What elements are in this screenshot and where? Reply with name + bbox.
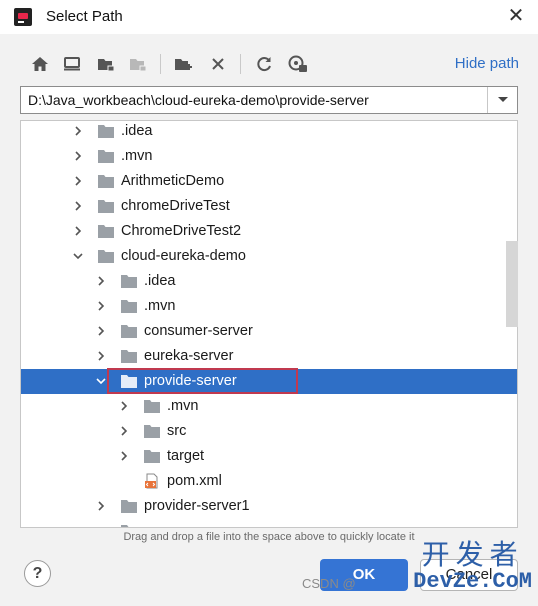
path-input[interactable] [21,87,487,113]
module-folder-icon[interactable] [126,52,150,76]
tree-row-label: pom.xml [167,473,222,489]
tree-row-label: eureka-server [144,348,234,364]
home-icon[interactable] [28,52,52,76]
tree-row-label: ArithmeticDemo [121,173,225,189]
folder-icon [121,325,137,338]
tree-row-label: ChromeDriveTest2 [121,223,242,239]
tree-row[interactable]: eureka-server [21,344,517,369]
tree-row[interactable]: .mvn [21,144,517,169]
project-folder-icon[interactable] [94,52,118,76]
tree-row-label: provide-server [144,373,237,389]
chevron-right-icon[interactable] [118,425,130,437]
toolbar-separator [240,54,241,74]
tree-row-label: .idea [144,273,176,289]
chevron-right-icon[interactable] [95,350,107,362]
path-dropdown-button[interactable] [487,87,517,113]
new-folder-icon[interactable] [172,52,196,76]
tree-row[interactable]: chromeDriveTest [21,194,517,219]
toolbar [22,52,322,76]
folder-icon [121,300,137,313]
desktop-icon[interactable] [60,52,84,76]
folder-icon [121,275,137,288]
tree-row[interactable] [21,519,517,527]
show-hidden-icon[interactable] [286,52,310,76]
tree-row-label: chromeDriveTest [121,198,230,214]
folder-icon [121,500,137,513]
tree-scrollbar-thumb[interactable] [506,241,518,327]
chevron-right-icon[interactable] [95,300,107,312]
tree-row-label: consumer-server [144,323,253,339]
tree-row[interactable]: .idea [21,121,517,144]
folder-icon [121,375,137,388]
folder-icon [98,150,114,163]
chevron-right-icon[interactable] [72,175,84,187]
devze-watermark-logo: 开发者 DevZe.CoM [413,540,532,594]
chevron-down-icon[interactable] [95,375,107,387]
tree-row-label: .mvn [167,398,199,414]
folder-icon [98,125,114,138]
chevron-right-icon[interactable] [95,275,107,287]
tree-row-label: .idea [121,123,153,139]
watermark-logo-cn: 开发者 [421,538,524,571]
tree-row-label: .mvn [121,148,153,164]
folder-icon [144,425,160,438]
tree-row[interactable]: .idea [21,269,517,294]
folder-icon [144,400,160,413]
tree-row-label: target [167,448,205,464]
chevron-right-icon[interactable] [118,450,130,462]
tree-row[interactable]: cloud-eureka-demo [21,244,517,269]
chevron-right-icon[interactable] [95,325,107,337]
chevron-right-icon[interactable] [118,400,130,412]
folder-icon [98,225,114,238]
tree-row[interactable]: ArithmeticDemo [21,169,517,194]
chevron-down-icon [497,97,508,102]
file-tree[interactable]: .idea .mvn ArithmeticDemo chromeDriveTest Ch… [20,120,518,528]
chevron-right-icon[interactable] [72,125,84,137]
intellij-app-icon [14,8,32,26]
watermark-logo-en: DevZe.CoM [413,569,532,594]
folder-icon [98,250,114,263]
chevron-down-icon[interactable] [72,250,84,262]
chevron-right-icon[interactable] [95,500,107,512]
window-title: Select Path [46,8,123,25]
help-button[interactable]: ? [24,560,51,587]
tree-row[interactable]: pom.xml [21,469,517,494]
tree-row-selected[interactable]: provide-server [21,369,517,394]
folder-icon [144,450,160,463]
tree-row[interactable]: .mvn [21,394,517,419]
path-combobox[interactable] [20,86,518,114]
tree-row[interactable]: ChromeDriveTest2 [21,219,517,244]
delete-icon[interactable] [206,52,230,76]
chevron-right-icon[interactable] [72,225,84,237]
title-bar: Select Path ✕ [0,0,538,34]
tree-row-label: cloud-eureka-demo [121,248,246,264]
tree-row-label: provider-server1 [144,498,250,514]
refresh-icon[interactable] [252,52,276,76]
tree-row[interactable]: target [21,444,517,469]
tree-row-label: src [167,423,187,439]
hide-path-link[interactable]: Hide path [455,55,519,72]
folder-icon [98,175,114,188]
folder-icon [121,525,137,527]
folder-icon [98,200,114,213]
tree-row[interactable]: consumer-server [21,319,517,344]
tree-row[interactable]: .mvn [21,294,517,319]
close-icon[interactable]: ✕ [504,4,528,28]
folder-icon [121,350,137,363]
tree-row-label: .mvn [144,298,176,314]
tree-row[interactable]: src [21,419,517,444]
xml-file-icon [145,473,158,489]
toolbar-separator [160,54,161,74]
csdn-watermark: CSDN @ [302,576,356,591]
chevron-right-icon[interactable] [72,150,84,162]
chevron-right-icon[interactable] [72,200,84,212]
tree-row[interactable]: provider-server1 [21,494,517,519]
